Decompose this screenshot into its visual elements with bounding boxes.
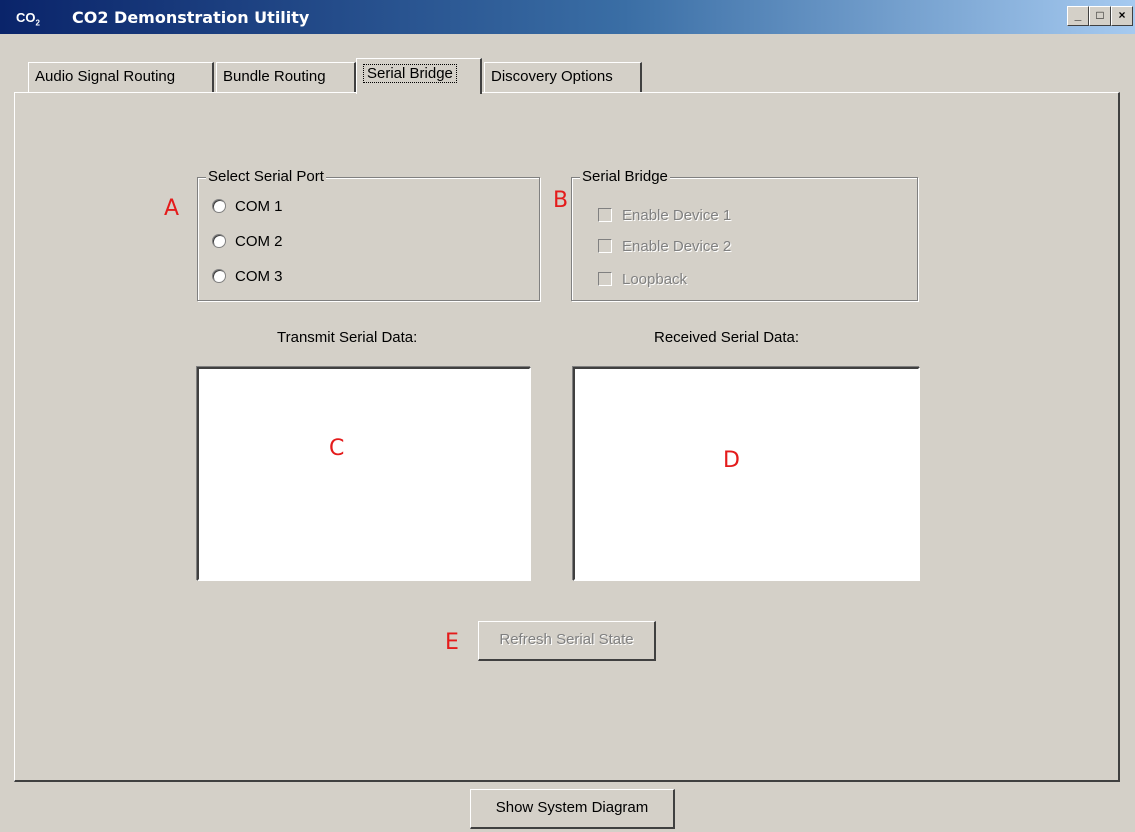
annotation-d: D — [723, 448, 740, 473]
enable-device-2-label: Enable Device 2 — [622, 237, 732, 255]
checkbox-enable-device-1[interactable]: Enable Device 1 — [598, 204, 731, 226]
app-icon: CO2 — [16, 10, 40, 28]
app-window: CO2 CO2 Demonstration Utility _ □ × Audi… — [0, 0, 1135, 832]
radio-com2-label: COM 2 — [235, 232, 283, 250]
checkbox-loopback[interactable]: Loopback — [598, 268, 687, 290]
select-serial-port-title: Select Serial Port — [206, 168, 326, 186]
radio-button-icon[interactable] — [212, 199, 226, 213]
radio-com3-label: COM 3 — [235, 267, 283, 285]
tab-serial-bridge[interactable]: Serial Bridge — [356, 58, 482, 94]
tab-discovery-options[interactable]: Discovery Options — [484, 62, 642, 92]
checkbox-icon[interactable] — [598, 208, 612, 222]
radio-button-icon[interactable] — [212, 269, 226, 283]
checkbox-icon[interactable] — [598, 272, 612, 286]
radio-button-icon[interactable] — [212, 234, 226, 248]
tab-audio-signal-routing[interactable]: Audio Signal Routing — [28, 62, 214, 92]
close-button[interactable]: × — [1111, 6, 1133, 26]
received-serial-data-box[interactable] — [573, 367, 920, 581]
refresh-serial-state-button[interactable]: Refresh Serial State — [478, 621, 656, 661]
radio-com1-label: COM 1 — [235, 197, 283, 215]
annotation-e: E — [445, 630, 459, 655]
annotation-c: C — [329, 436, 345, 461]
window-title: CO2 Demonstration Utility — [72, 8, 310, 27]
tab-bundle-routing[interactable]: Bundle Routing — [216, 62, 356, 92]
annotation-a: A — [164, 196, 180, 221]
radio-com1[interactable]: COM 1 — [212, 195, 283, 217]
checkbox-icon[interactable] — [598, 239, 612, 253]
transmit-serial-data-box[interactable] — [197, 367, 531, 581]
serial-bridge-panel: A Select Serial Port COM 1 COM 2 COM 3 B… — [14, 92, 1120, 782]
enable-device-1-label: Enable Device 1 — [622, 206, 732, 224]
maximize-button[interactable]: □ — [1089, 6, 1111, 26]
annotation-b: B — [553, 188, 569, 213]
radio-com3[interactable]: COM 3 — [212, 265, 283, 287]
checkbox-enable-device-2[interactable]: Enable Device 2 — [598, 235, 731, 257]
show-system-diagram-button[interactable]: Show System Diagram — [470, 789, 675, 829]
serial-bridge-group: Serial Bridge Enable Device 1 Enable Dev… — [571, 168, 918, 301]
serial-bridge-title: Serial Bridge — [580, 168, 670, 186]
transmit-serial-data-label: Transmit Serial Data: — [277, 329, 418, 346]
radio-com2[interactable]: COM 2 — [212, 230, 283, 252]
loopback-label: Loopback — [622, 270, 688, 288]
title-bar[interactable]: CO2 CO2 Demonstration Utility _ □ × — [0, 0, 1135, 34]
select-serial-port-group: Select Serial Port COM 1 COM 2 COM 3 — [197, 168, 540, 301]
minimize-button[interactable]: _ — [1067, 6, 1089, 26]
received-serial-data-label: Received Serial Data: — [654, 329, 800, 346]
